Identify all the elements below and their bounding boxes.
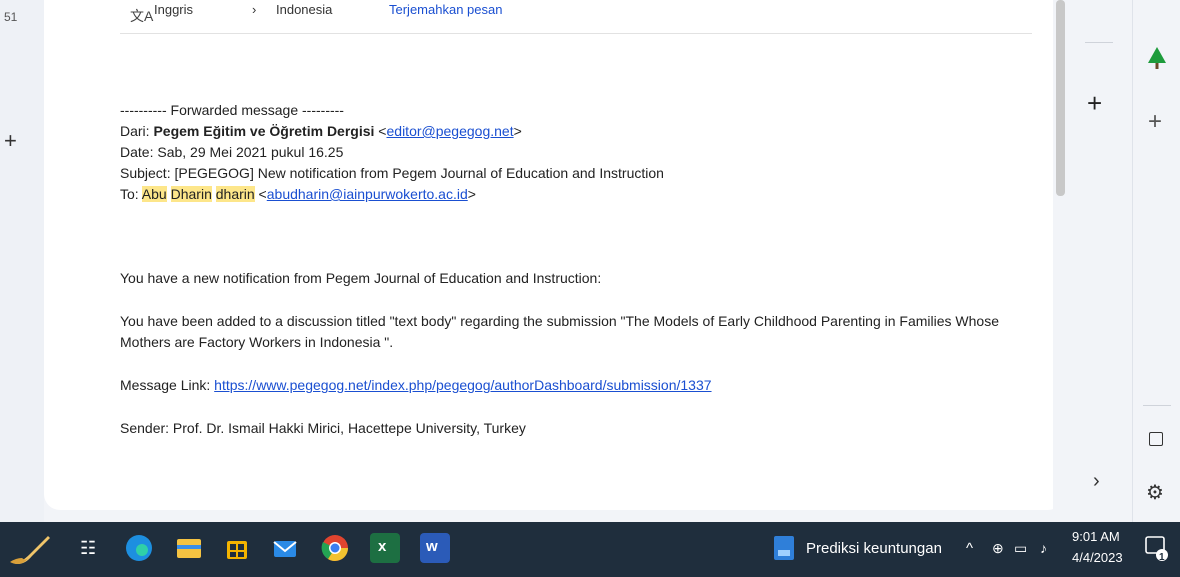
divider [1143,405,1171,406]
add-icon[interactable]: + [1148,108,1162,136]
network-icon[interactable]: ▭ [1014,540,1027,557]
chevron-right-icon[interactable]: › [1093,470,1100,493]
task-view-icon[interactable]: ☷ [80,538,96,559]
email-card: 文A Inggris › Indonesia Terjemahkan pesan… [44,0,1064,510]
notification-count: 1 [1159,552,1165,563]
language-arrow: › [252,2,257,17]
paintbrush-icon[interactable] [8,532,52,568]
tray-caret-icon[interactable]: ^ [966,540,973,557]
from-email-link[interactable]: editor@pegegog.net [387,123,514,139]
divider [120,33,1032,34]
add-icon[interactable]: + [1087,88,1102,119]
to-line: To: Abu Dharin dharin <abudharin@iainpur… [120,186,476,202]
message-link[interactable]: https://www.pegegog.net/index.php/pegego… [214,377,711,393]
to-name-second: Dharin [170,186,212,202]
translate-bar: 文A Inggris › Indonesia Terjemahkan pesan [44,0,1064,34]
edge-icon[interactable] [124,533,154,563]
notification-icon[interactable] [1144,535,1170,563]
subject-line: Subject: [PEGEGOG] New notification from… [120,165,664,181]
chrome-icon[interactable] [320,533,350,563]
excel-icon[interactable]: x [370,533,400,563]
from-line: Dari: Pegem Eğitim ve Öğretim Dergisi <e… [120,123,522,139]
to-email-link[interactable]: abudharin@iainpurwokerto.ac.id [267,186,468,202]
forwarded-header: ---------- Forwarded message --------- [120,102,344,118]
left-gutter: 51 + [0,0,44,522]
store-icon[interactable] [222,533,252,563]
sidebar-panel-icon[interactable] [1149,432,1163,446]
right-panel: + › [1067,0,1129,522]
add-icon[interactable]: + [4,128,17,154]
clock-date[interactable]: 4/4/2023 [1072,550,1123,565]
line-number: 51 [4,10,18,24]
side-panel: + ⚙ [1132,0,1180,522]
to-name-third: dharin [215,186,255,202]
tree-icon[interactable] [1147,46,1167,70]
word-icon[interactable]: w [420,533,450,563]
gear-icon[interactable]: ⚙ [1146,480,1164,505]
taskbar: ☷ x w Prediksi keuntungan ^ ⊕ ▭ ♪ 9:01 A… [0,522,1180,577]
sender-line: Sender: Prof. Dr. Ismail Hakki Mirici, H… [120,420,526,436]
volume-icon[interactable]: ♪ [1040,540,1047,556]
input-method-icon[interactable]: ⊕ [992,540,1004,557]
mail-icon[interactable] [270,533,300,563]
body-paragraph-2: You have been added to a discussion titl… [120,313,1000,350]
target-language[interactable]: Indonesia [276,2,332,17]
body-paragraph-1: You have a new notification from Pegem J… [120,270,602,286]
open-file-label[interactable]: Prediksi keuntungan [806,540,942,557]
scrollbar-thumb[interactable] [1056,0,1065,196]
translate-icon: 文A [130,8,154,24]
divider [1085,42,1113,43]
file-explorer-icon[interactable] [174,533,204,563]
translate-message-link[interactable]: Terjemahkan pesan [389,2,502,17]
source-language[interactable]: Inggris [154,2,193,17]
from-name: Pegem Eğitim ve Öğretim Dergisi [153,123,375,139]
message-link-line: Message Link: https://www.pegegog.net/in… [120,377,712,393]
clock-time[interactable]: 9:01 AM [1072,529,1120,544]
email-body: ---------- Forwarded message --------- D… [120,100,1050,439]
date-line: Date: Sab, 29 Mei 2021 pukul 16.25 [120,144,344,160]
presentation-file-icon[interactable] [772,534,796,562]
to-name-first: Abu [141,186,167,202]
